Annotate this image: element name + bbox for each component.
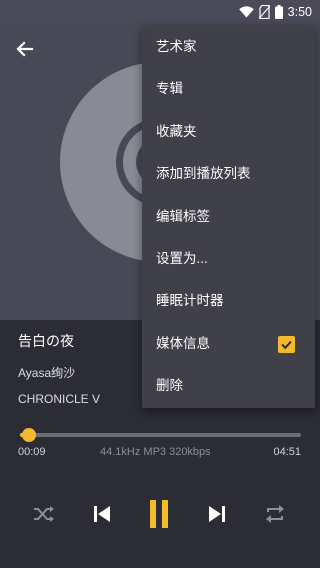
menu-item-label: 睡眠计时器 <box>156 293 224 309</box>
total-time: 04:51 <box>273 446 301 458</box>
menu-item[interactable]: 媒体信息 <box>142 323 315 365</box>
pause-button[interactable] <box>145 500 173 528</box>
menu-item[interactable]: 艺术家 <box>142 26 315 68</box>
menu-item[interactable]: 收藏夹 <box>142 111 315 153</box>
menu-item-label: 编辑标签 <box>156 208 210 224</box>
menu-item[interactable]: 添加到播放列表 <box>142 153 315 195</box>
clock: 3:50 <box>287 5 312 19</box>
overflow-menu: 艺术家专辑收藏夹添加到播放列表 编辑标签设置为... 睡眠计时器媒体信息删除 <box>142 26 315 408</box>
wifi-icon <box>238 6 254 18</box>
menu-item[interactable]: 删除 <box>142 365 315 407</box>
battery-icon <box>274 5 283 19</box>
status-bar: 3:50 <box>0 0 320 24</box>
elapsed-time: 00:09 <box>18 446 46 458</box>
menu-item[interactable]: 编辑标签 <box>142 196 315 238</box>
album-name[interactable]: CHRONICLE V <box>18 392 100 406</box>
shuffle-button[interactable] <box>30 500 58 528</box>
menu-item-label: 设置为... <box>156 250 208 266</box>
repeat-icon <box>266 505 284 523</box>
menu-item[interactable]: 睡眠计时器 <box>142 280 315 322</box>
song-title: 告白の夜 <box>18 333 74 349</box>
pause-icon <box>150 500 168 528</box>
shuffle-icon <box>34 506 54 522</box>
menu-item-label: 收藏夹 <box>156 123 197 139</box>
next-button[interactable] <box>205 500 229 528</box>
next-icon <box>209 506 225 522</box>
previous-button[interactable] <box>90 500 114 528</box>
menu-item-label: 专辑 <box>156 81 183 97</box>
menu-item-label: 删除 <box>156 378 183 394</box>
previous-icon <box>94 506 110 522</box>
status-icons: 3:50 <box>238 4 312 20</box>
artist-name[interactable]: Ayasa绚沙 <box>18 364 75 381</box>
menu-item-label: 艺术家 <box>156 39 197 54</box>
no-sim-icon <box>258 5 270 19</box>
back-arrow-icon[interactable] <box>12 36 38 62</box>
menu-item-label: 媒体信息 <box>156 335 210 351</box>
menu-item-label: 添加到播放列表 <box>156 166 251 182</box>
checkbox-checked-icon[interactable] <box>278 335 295 353</box>
repeat-button[interactable] <box>262 500 288 528</box>
audio-format: 44.1kHz MP3 320kbps <box>100 446 211 458</box>
seek-bar[interactable] <box>20 428 301 442</box>
seek-thumb[interactable] <box>21 428 36 442</box>
menu-item[interactable]: 设置为... <box>142 238 315 280</box>
menu-item[interactable]: 专辑 <box>142 68 315 110</box>
